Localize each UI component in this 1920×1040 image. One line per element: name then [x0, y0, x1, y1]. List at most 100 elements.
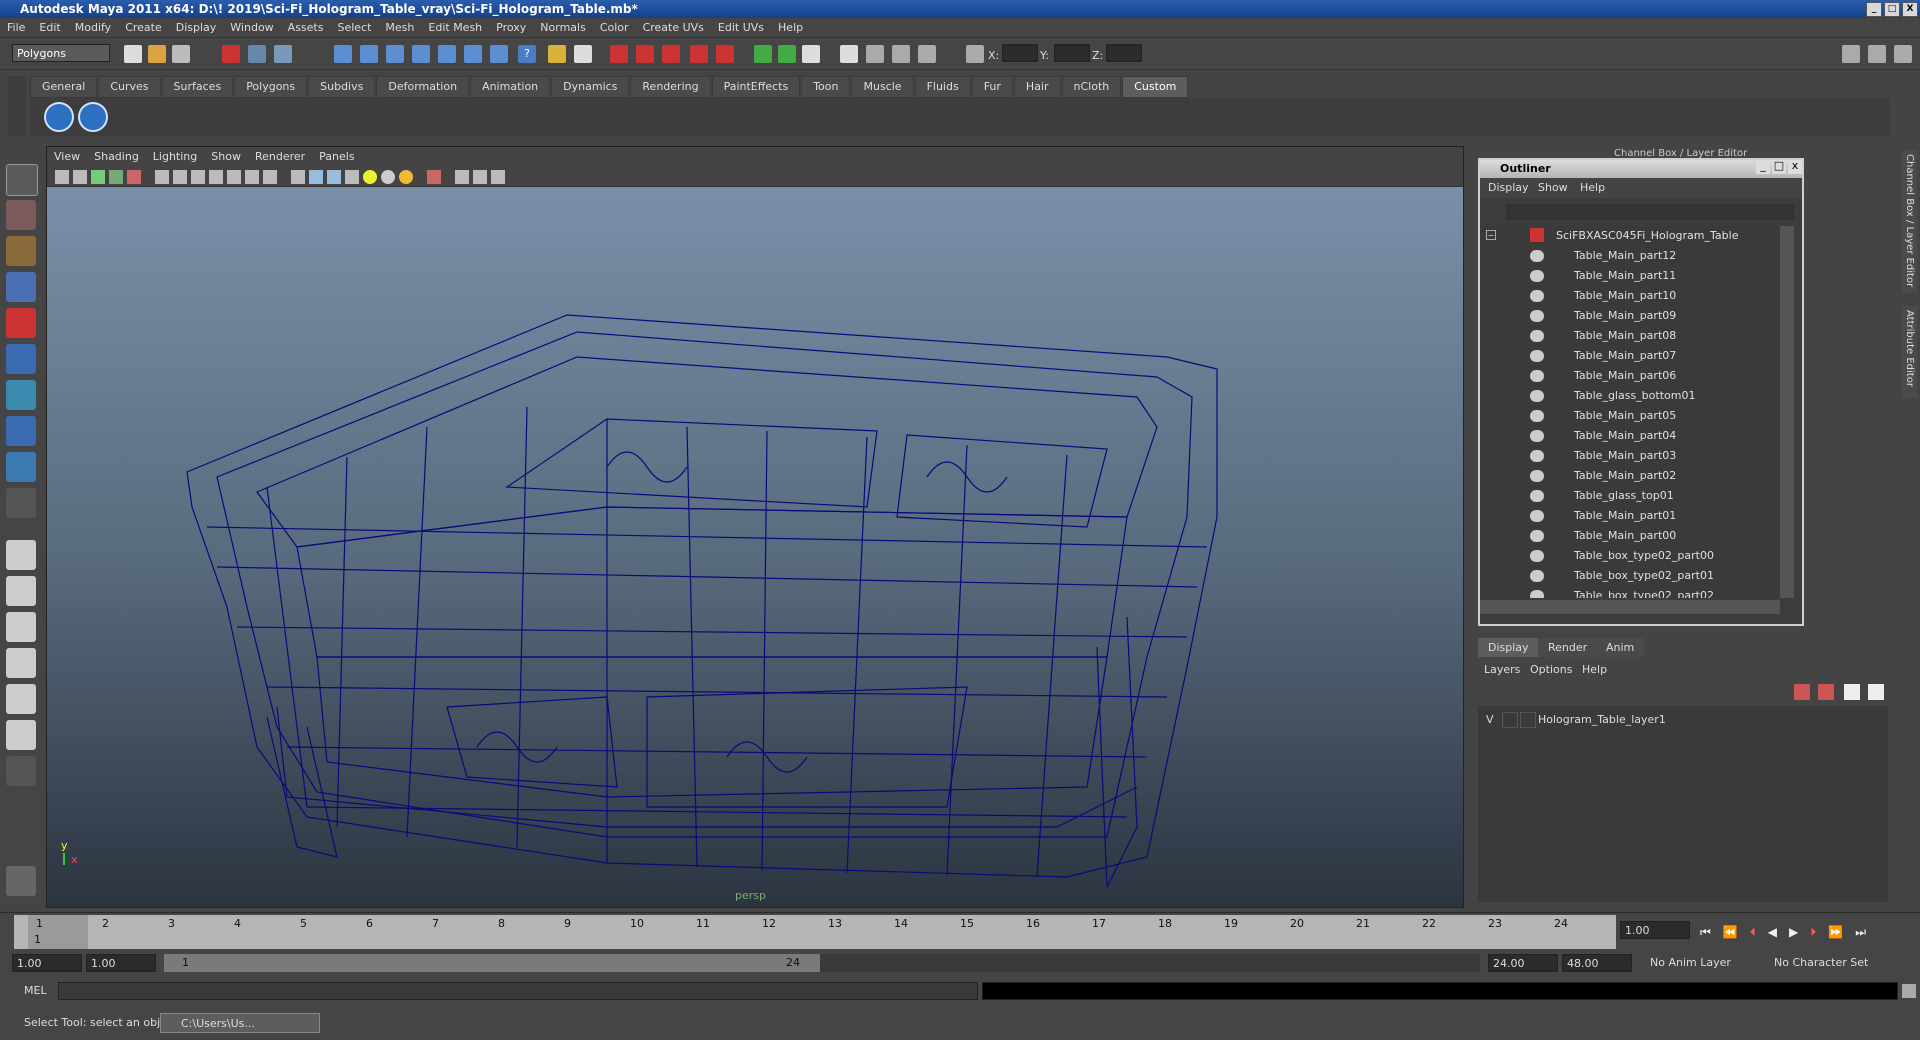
camera-icon[interactable]: [55, 170, 69, 184]
lock-icon[interactable]: [548, 45, 566, 63]
step-back-key-icon[interactable]: ⏴: [1750, 925, 1768, 939]
menu-proxy[interactable]: Proxy: [489, 18, 533, 38]
shelf-tab-rendering[interactable]: Rendering: [630, 76, 711, 98]
move-layer-up-icon[interactable]: [1844, 684, 1860, 700]
range-slider-bar[interactable]: 1 24: [164, 954, 820, 972]
outliner-item[interactable]: Table_Main_part09: [1574, 306, 1676, 326]
render-layer-icon[interactable]: [918, 45, 936, 63]
outliner-item[interactable]: Table_Main_part08: [1574, 326, 1676, 346]
shelf-tab-subdivs[interactable]: Subdivs: [308, 76, 376, 98]
high-quality-icon[interactable]: [399, 170, 413, 184]
toggle-panel-icon[interactable]: [840, 45, 858, 63]
menu-edit-uvs[interactable]: Edit UVs: [711, 18, 771, 38]
last-tool-icon[interactable]: [6, 488, 36, 518]
menu-file[interactable]: File: [0, 18, 32, 38]
shelf-tab-painteffects[interactable]: PaintEffects: [711, 76, 801, 98]
maximize-button[interactable]: □: [1884, 2, 1900, 17]
camera-attributes-icon[interactable]: [73, 170, 87, 184]
outliner-item[interactable]: Table_Main_part11: [1574, 266, 1676, 286]
shelf-tab-fur[interactable]: Fur: [971, 76, 1013, 98]
lasso-tool-icon[interactable]: [6, 200, 36, 230]
menu-create[interactable]: Create: [118, 18, 169, 38]
character-set-select[interactable]: No Character Set: [1770, 954, 1880, 972]
layer-menu-layers[interactable]: Layers: [1484, 663, 1520, 676]
layout-four-pane-icon[interactable]: [6, 576, 36, 606]
side-tab-attribute-editor[interactable]: Attribute Editor: [1902, 306, 1917, 398]
outliner-root-item[interactable]: SciFBXASC045Fi_Hologram_Table: [1556, 226, 1738, 246]
shelf-tab-curves[interactable]: Curves: [98, 76, 161, 98]
current-frame-field[interactable]: 1.00: [1620, 921, 1690, 939]
rotate-tool-icon[interactable]: [6, 308, 36, 338]
layer-tab-display[interactable]: Display: [1478, 638, 1539, 657]
grid-icon[interactable]: [155, 170, 169, 184]
soft-modification-icon[interactable]: [6, 416, 36, 446]
menu-help[interactable]: Help: [771, 18, 810, 38]
anim-start-field[interactable]: 1.00: [86, 954, 156, 972]
gate-mask-icon[interactable]: [209, 170, 223, 184]
open-scene-icon[interactable]: [148, 45, 166, 63]
shelf-tab-dynamics[interactable]: Dynamics: [551, 76, 630, 98]
z-field[interactable]: [1106, 44, 1142, 62]
anim-end-field[interactable]: 48.00: [1562, 954, 1632, 972]
snap-plane-icon[interactable]: [412, 45, 430, 63]
input-ops-icon[interactable]: [754, 45, 772, 63]
render-icon[interactable]: [610, 45, 628, 63]
outliner-menu-display[interactable]: Display: [1488, 181, 1529, 194]
ipr-render-icon[interactable]: [636, 45, 654, 63]
x-field[interactable]: [1002, 44, 1038, 62]
menu-modify[interactable]: Modify: [68, 18, 118, 38]
viewport-menu-renderer[interactable]: Renderer: [248, 147, 312, 167]
history-icon[interactable]: [464, 45, 482, 63]
field-chart-icon[interactable]: [227, 170, 241, 184]
outliner-filter-input[interactable]: [1506, 204, 1794, 220]
move-layer-down-icon[interactable]: [1868, 684, 1884, 700]
layer-row[interactable]: V Hologram_Table_layer1: [1478, 710, 1888, 730]
xray-icon[interactable]: [455, 170, 469, 184]
save-scene-icon[interactable]: [172, 45, 190, 63]
layout-icon[interactable]: [866, 45, 884, 63]
shelf-button-check-icon[interactable]: [44, 102, 74, 132]
new-scene-icon[interactable]: [124, 45, 142, 63]
textured-icon[interactable]: [345, 170, 359, 184]
layer-tab-render[interactable]: Render: [1538, 638, 1598, 657]
universal-manipulator-icon[interactable]: [6, 380, 36, 410]
image-plane-icon[interactable]: [109, 170, 123, 184]
outliner-menu-show[interactable]: Show: [1538, 181, 1568, 194]
new-layer-icon[interactable]: [1794, 684, 1810, 700]
viewport-persp[interactable]: View Shading Lighting Show Renderer Panels: [46, 146, 1464, 908]
shelf-tab-custom[interactable]: Custom: [1122, 76, 1189, 98]
outliner-item[interactable]: Table_glass_bottom01: [1574, 386, 1695, 406]
snap-curve-icon[interactable]: [360, 45, 378, 63]
shelf-tab-animation[interactable]: Animation: [470, 76, 551, 98]
layout-graph-persp-icon[interactable]: [6, 648, 36, 678]
isolate-select-icon[interactable]: [427, 170, 441, 184]
shelf-tab-fluids[interactable]: Fluids: [914, 76, 971, 98]
outliner-item[interactable]: Table_glass_top01: [1574, 486, 1674, 506]
outliner-horizontal-scrollbar[interactable]: [1480, 600, 1780, 614]
go-to-end-icon[interactable]: ⏭: [1855, 925, 1878, 939]
viewport-menu-show[interactable]: Show: [204, 147, 248, 167]
outliner-item[interactable]: Table_Main_part07: [1574, 346, 1676, 366]
menu-assets[interactable]: Assets: [281, 18, 331, 38]
use-all-lights-icon[interactable]: [363, 170, 377, 184]
viewport-menu-view[interactable]: View: [47, 147, 87, 167]
select-tool-icon[interactable]: [6, 164, 38, 196]
anim-layer-select[interactable]: No Anim Layer: [1646, 954, 1746, 972]
toggle-channel-box-icon[interactable]: [1894, 45, 1912, 63]
outliner-item[interactable]: Table_Main_part04: [1574, 426, 1676, 446]
layer-name[interactable]: Hologram_Table_layer1: [1538, 713, 1666, 726]
layout-persp-graph-icon[interactable]: [6, 720, 36, 750]
step-back-icon[interactable]: ⏪: [1723, 925, 1750, 939]
render-view-icon[interactable]: [716, 45, 734, 63]
shelf-tab-toon[interactable]: Toon: [801, 76, 851, 98]
snap-point-icon[interactable]: [386, 45, 404, 63]
side-tab-channel-box[interactable]: Channel Box / Layer Editor: [1902, 150, 1917, 293]
outliner-item[interactable]: Table_Main_part10: [1574, 286, 1676, 306]
minimize-button[interactable]: _: [1866, 2, 1882, 17]
shadows-icon[interactable]: [381, 170, 395, 184]
time-slider[interactable]: 1 1 2 3 4 5 6 7 8 9 10 11 12 13 14 15 16 17 18 19 20 21 22 23 2…: [0, 912, 1920, 950]
y-field[interactable]: [1054, 44, 1090, 62]
paint-select-tool-icon[interactable]: [6, 236, 36, 266]
menu-window[interactable]: Window: [223, 18, 280, 38]
menu-display[interactable]: Display: [169, 18, 224, 38]
